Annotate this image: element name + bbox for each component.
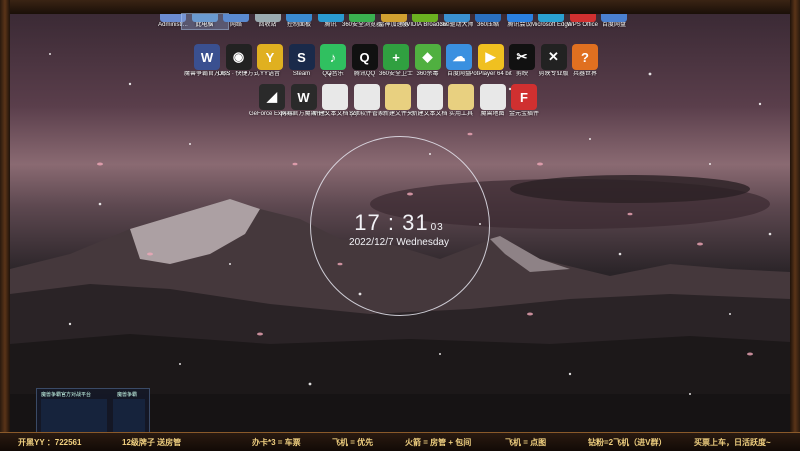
clock-hour: 17 bbox=[354, 210, 381, 235]
desktop-icon[interactable]: 百度网盘 bbox=[591, 14, 637, 29]
stream-frame-top bbox=[0, 0, 800, 15]
clock-second: 03 bbox=[430, 222, 444, 233]
desktop-icon[interactable]: F 金元宝插件 bbox=[501, 84, 547, 118]
stream-frame-right bbox=[790, 0, 800, 432]
stream-info-bar: 开黑YY ：722561 12级牌子 送房管 办卡*3 = 车票 飞机 = 优先 火箭 … bbox=[0, 432, 800, 451]
thumbnail-pane-1[interactable] bbox=[41, 399, 107, 432]
thumbnail-pane-2[interactable] bbox=[113, 399, 145, 432]
stream-info-text: 钻粉=2飞机（进V群） bbox=[588, 438, 667, 447]
app-icon: F bbox=[511, 84, 537, 110]
stream-info-text: 买票上车，日活跃度~ bbox=[694, 438, 771, 447]
stream-info-text: 开黑YY ：722561 bbox=[18, 438, 82, 447]
stream-info-text: 办卡*3 = 车票 bbox=[252, 438, 301, 447]
clock-date: 2022/12/7 Wednesday bbox=[349, 237, 449, 248]
desktop-icon-label: 金元宝插件 bbox=[508, 111, 539, 117]
clock-time: 17 : 31 03 bbox=[354, 210, 444, 235]
stream-info-text: 飞机 = 点图 bbox=[505, 438, 547, 447]
desktop-icon-label: 兵器世界 bbox=[572, 71, 597, 77]
stream-info-text: 火箭 = 房管 + 包间 bbox=[405, 438, 472, 447]
app-icon: ? bbox=[572, 44, 598, 70]
stream-frame-left bbox=[0, 0, 10, 432]
desktop-icon[interactable]: ? 兵器世界 bbox=[562, 44, 608, 78]
stream-info-text: 飞机 = 优先 bbox=[332, 438, 374, 447]
stream-info-text: 12级牌子 送房管 bbox=[122, 438, 182, 447]
desktop-icon-label: 百度网盘 bbox=[601, 22, 626, 28]
app-icon bbox=[601, 14, 627, 22]
thumbnail-title-1: 魔兽争霸官方对战平台 bbox=[41, 392, 92, 398]
thumbnail-title-2: 魔兽争霸 bbox=[117, 392, 138, 398]
clock-minute: 31 bbox=[402, 210, 429, 235]
taskbar-thumbnail-preview[interactable]: 魔兽争霸官方对战平台 魔兽争霸 bbox=[36, 388, 150, 432]
